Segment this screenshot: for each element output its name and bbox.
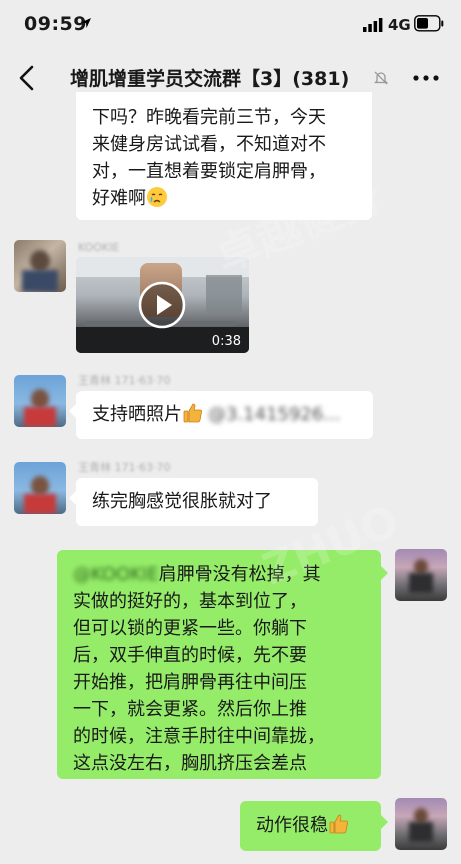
more-dots-icon[interactable]: [411, 68, 441, 88]
message-bubble[interactable]: 支持晒照片 @3.1415926...: [76, 391, 373, 439]
thumbs-up-emoji: [329, 814, 348, 834]
message-line: 后，双手伸直的时候，先不要: [73, 645, 307, 666]
bubble-tail: [69, 491, 76, 505]
message-line: 开始推，把肩胛骨再往中间压: [73, 672, 307, 693]
message-line: 对，一直想着要锁定肩胛骨，: [92, 161, 326, 182]
crying-emoji: [147, 187, 167, 207]
status-bar: 09:59 4G: [0, 0, 461, 50]
video-duration: 0:38: [211, 334, 241, 349]
message-line: 一下，就会更紧。然后你上推: [73, 699, 307, 720]
bubble-tail: [69, 404, 76, 418]
message-line: 肩胛骨没有松掉，其: [158, 564, 321, 585]
sender-nickname: KOOKIE: [78, 241, 120, 254]
message-bubble[interactable]: 下吗？昨晚看完前三节，今天 来健身房试试看，不知道对不 对，一直想着要锁定肩胛骨…: [76, 92, 372, 220]
thumbs-up-emoji: [183, 403, 202, 423]
message-line: 来健身房试试看，不知道对不: [92, 134, 326, 155]
member-count: (381): [292, 68, 350, 90]
avatar[interactable]: [14, 462, 66, 514]
message-first-line: @KOOKIE肩胛骨没有松掉，其: [73, 561, 381, 588]
mention-text: @3.1415926...: [208, 404, 341, 425]
message-text: 支持晒照片: [92, 404, 182, 425]
sender-nickname: 王青林 171·63·70: [78, 461, 171, 474]
signal-icon: [363, 18, 383, 32]
message-line: 实做的挺好的，基本到位了，: [73, 591, 307, 612]
message-text: 练完胸感觉很胀就对了: [92, 491, 272, 512]
network-type: 4G: [388, 16, 411, 34]
message-line: 这点没左右，胸肌挤压会差点: [73, 753, 307, 774]
mention-text: @KOOKIE: [73, 564, 159, 585]
message-bubble[interactable]: @KOOKIE肩胛骨没有松掉，其 实做的挺好的，基本到位了， 但可以锁的更紧一些…: [57, 550, 381, 779]
self-avatar[interactable]: [395, 798, 447, 850]
message-bubble[interactable]: 练完胸感觉很胀就对了: [76, 478, 318, 526]
message-text: 动作很稳: [256, 815, 328, 836]
mute-bell-icon: [373, 71, 389, 85]
battery-icon: [414, 15, 444, 32]
sender-nickname: 王青林 171·63·70: [78, 374, 171, 387]
message-line-last: 好难啊: [92, 185, 372, 212]
message-line: 好难啊: [92, 188, 146, 209]
back-chevron-icon[interactable]: [14, 62, 42, 94]
message-bubble[interactable]: 动作很稳: [240, 801, 381, 851]
location-arrow-icon: [81, 18, 91, 28]
avatar[interactable]: [14, 375, 66, 427]
group-name: 增肌增重学员交流群【3】: [70, 68, 293, 90]
bubble-tail: [381, 815, 388, 829]
avatar[interactable]: [14, 240, 66, 292]
message-line: 下吗？昨晚看完前三节，今天: [92, 107, 326, 128]
status-time: 09:59: [24, 13, 87, 35]
self-avatar[interactable]: [395, 549, 447, 601]
message-line: 的时候，注意手肘往中间靠拢，: [73, 726, 325, 747]
message-line: 但可以锁的更紧一些。你躺下: [73, 618, 307, 639]
play-icon[interactable]: [137, 280, 187, 330]
video-message[interactable]: 0:38: [76, 257, 249, 353]
chat-title: 增肌增重学员交流群【3】(381): [70, 64, 349, 91]
bubble-tail: [381, 566, 388, 580]
